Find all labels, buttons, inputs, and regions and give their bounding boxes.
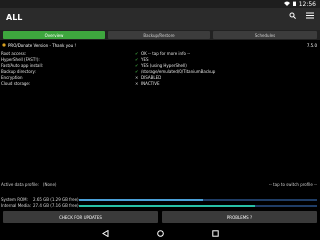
search-icon[interactable] — [289, 12, 296, 21]
recents-icon[interactable] — [210, 229, 220, 237]
status-time: 12:56 — [298, 0, 316, 8]
menu-icon[interactable] — [306, 12, 314, 21]
status-list: Root access: ✔ OK -- tap for more info --… — [0, 51, 320, 87]
switch-profile-hint[interactable]: -- tap to switch profile -- — [269, 182, 317, 187]
row-value: OK -- tap for more info -- — [141, 51, 191, 56]
check-updates-button[interactable]: CHECK FOR UPDATES — [3, 211, 158, 223]
storage-bar — [79, 199, 317, 201]
wifi-icon — [283, 1, 290, 8]
storage-bar-fill — [79, 205, 256, 207]
pro-icon — [2, 43, 6, 48]
row-value: DISABLED — [141, 75, 162, 80]
version-info: PRO/Donate Version - Thank you ! — [2, 43, 76, 48]
storage-internal-media: Internal Media: 27.4 GB (7.16 GB free) — [1, 203, 319, 209]
version-text: PRO/Donate Version - Thank you ! — [8, 43, 76, 48]
storage-name: Internal Media: — [1, 203, 32, 208]
overview-content: PRO/Donate Version - Thank you ! 7.5.0 R… — [0, 40, 320, 204]
tab-backup-restore[interactable]: Backup/Restore — [108, 31, 210, 39]
storage-value: 27.4 GB (7.16 GB free) — [33, 203, 79, 208]
active-profile[interactable]: Active data profile: (None) — [1, 182, 56, 187]
home-icon[interactable] — [155, 229, 165, 237]
app-title: ALL — [6, 13, 23, 22]
row-cloud-storage[interactable]: Cloud storage: ✕ INACTIVE — [0, 81, 320, 87]
bottom-info: Active data profile: (None) -- tap to swi… — [0, 182, 320, 208]
status-icons: 12:56 — [283, 0, 316, 8]
storage-bar-fill — [79, 199, 203, 201]
action-buttons: CHECK FOR UPDATES PROBLEMS ? — [0, 211, 320, 223]
back-icon[interactable] — [100, 229, 110, 237]
storage-bar — [79, 205, 317, 207]
version-line: PRO/Donate Version - Thank you ! 7.5.0 — [0, 43, 320, 50]
row-value: /storage/emulated/0/TitaniumBackup — [141, 69, 216, 74]
tab-overview[interactable]: Overview — [3, 31, 105, 39]
app-actions — [289, 12, 314, 21]
row-value: INACTIVE — [141, 81, 160, 86]
status-bar: 12:56 — [0, 0, 320, 8]
row-value: YES — [141, 57, 149, 62]
problems-button[interactable]: PROBLEMS ? — [162, 211, 317, 223]
profile-label: Active data profile: — [1, 182, 39, 187]
row-value: YES (using HyperShell) — [141, 63, 187, 68]
navigation-bar — [0, 225, 320, 240]
version-number: 7.5.0 — [306, 43, 317, 48]
app-bar: ALL — [0, 8, 320, 30]
battery-icon — [292, 1, 296, 8]
tab-bar: Overview Backup/Restore Schedules — [0, 30, 320, 40]
profile-value: (None) — [42, 182, 57, 187]
row-label: Cloud storage: — [1, 81, 31, 86]
tab-schedules[interactable]: Schedules — [213, 31, 317, 39]
